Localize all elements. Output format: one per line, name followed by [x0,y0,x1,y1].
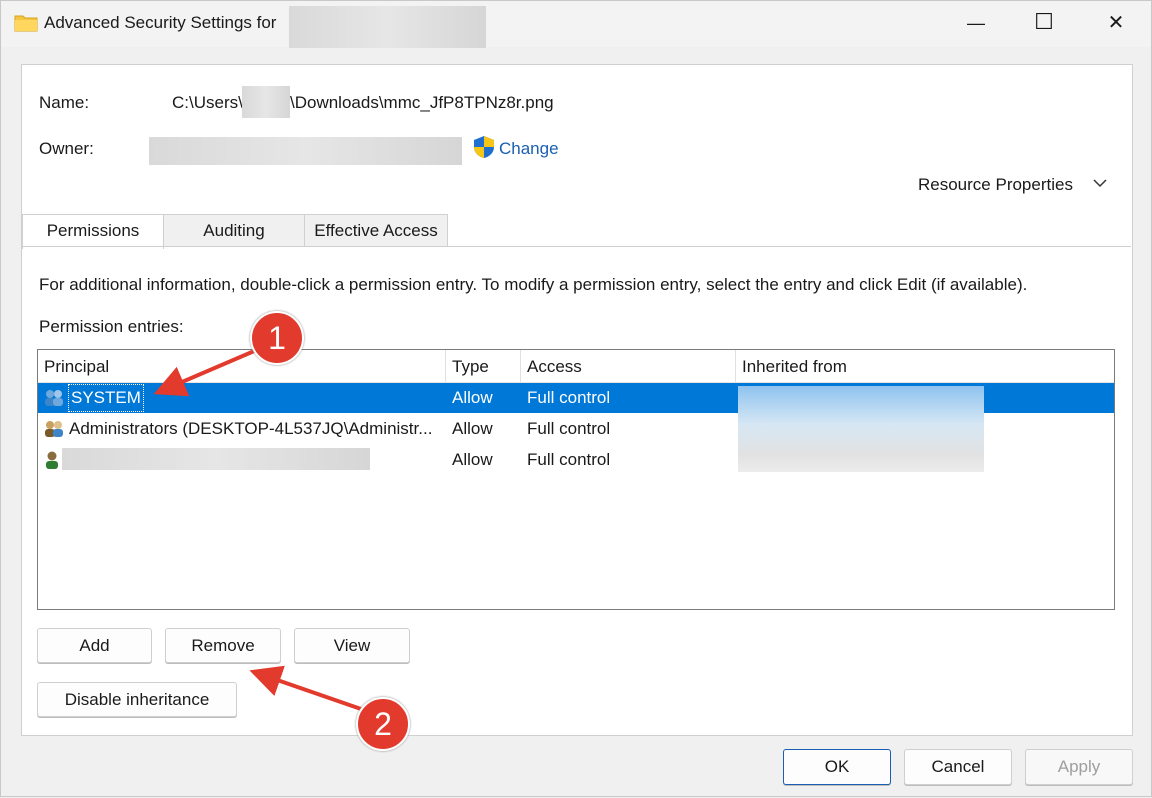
info-text: For additional information, double-click… [39,275,1028,294]
access-cell: Full control [527,388,611,407]
owner-label: Owner: [39,139,94,158]
tab-auditing-label: Auditing [203,221,265,240]
access-cell: Full control [527,419,611,438]
column-header-inherited-from[interactable]: Inherited from [736,350,1114,382]
path-suffix: \Downloads\mmc_JfP8TPNz8r.png [290,93,554,112]
type-cell: Allow [452,419,493,438]
principal-cell: Administrators (DESKTOP-4L537JQ\Administ… [69,419,433,438]
tab-permissions-label: Permissions [46,221,140,240]
maximize-button[interactable]: ☐ [1024,7,1064,37]
close-button[interactable]: ✕ [1096,8,1136,38]
add-button[interactable]: Add [37,628,152,663]
minimize-button[interactable]: — [956,9,996,37]
ok-button[interactable]: OK [783,749,891,785]
redacted-owner [149,137,462,165]
type-cell: Allow [452,388,493,407]
apply-button[interactable]: Apply [1025,749,1133,785]
folder-icon [14,15,38,32]
tab-permissions[interactable]: Permissions [22,214,164,249]
column-header-access[interactable]: Access [521,350,736,382]
change-owner-link[interactable]: Change [499,139,559,159]
type-cell: Allow [452,450,493,469]
callout-2: 2 [356,697,410,751]
tab-divider [21,246,1131,247]
redacted-username [242,86,290,118]
uac-shield-icon [474,136,494,158]
resource-properties-toggle[interactable]: Resource Properties [918,175,1073,195]
disable-inheritance-button[interactable]: Disable inheritance [37,682,237,717]
title-bar: Advanced Security Settings for — ☐ ✕ [1,1,1151,48]
column-header-type[interactable]: Type [446,350,521,382]
list-header: Principal Type Access Inherited from [38,350,1114,383]
cancel-button[interactable]: Cancel [904,749,1012,785]
path-prefix: C:\Users\ [172,93,243,112]
advanced-security-dialog: Advanced Security Settings for — ☐ ✕ Nam… [0,0,1152,797]
name-label: Name: [39,93,90,112]
group-users-icon [45,390,63,406]
access-cell: Full control [527,450,611,469]
principal-cell: SYSTEM [68,384,144,412]
permission-entries-label: Permission entries: [39,317,184,336]
window-title: Advanced Security Settings for [44,13,277,32]
user-icon [46,451,58,469]
callout-1: 1 [250,311,304,365]
column-header-principal[interactable]: Principal [38,350,446,382]
permission-entries-list[interactable]: Principal Type Access Inherited from SYS… [37,349,1115,610]
remove-button[interactable]: Remove [165,628,281,663]
tab-auditing[interactable]: Auditing [163,214,305,247]
redacted-inherited-from [738,386,984,472]
tab-effective-access-label: Effective Access [314,221,438,240]
admin-users-icon [45,421,63,437]
tab-effective-access[interactable]: Effective Access [304,214,448,247]
redacted-principal [62,448,370,470]
chevron-down-icon[interactable] [1092,177,1108,189]
redacted-filename [289,6,486,48]
view-button[interactable]: View [294,628,410,663]
